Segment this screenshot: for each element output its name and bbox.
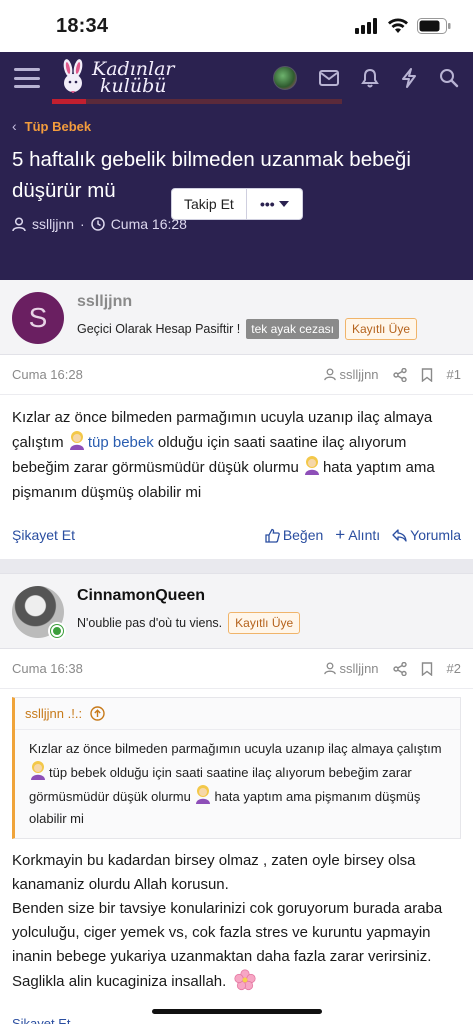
post-1-meta-user[interactable]: sslljjnn — [340, 367, 379, 382]
battery-icon — [417, 18, 451, 34]
account-avatar[interactable] — [273, 66, 297, 90]
post-1-user: S sslljjnn Geçici Olarak Hesap Pasiftir … — [0, 280, 473, 355]
post-2-meta-user[interactable]: sslljjnn — [340, 661, 379, 676]
quote-button[interactable]: + Alıntı — [335, 525, 380, 545]
thread-actions: Takip Et ••• — [171, 188, 303, 220]
wifi-icon — [388, 18, 408, 33]
report-button[interactable]: Şikayet Et — [12, 1016, 71, 1024]
clock-icon — [90, 217, 105, 231]
like-label: Beğen — [282, 527, 324, 543]
post-1-number[interactable]: #1 — [447, 367, 461, 382]
post-2-user-title: N'oublie pas d'où tu viens. — [77, 616, 223, 630]
share-icon[interactable] — [392, 661, 407, 676]
header-actions — [273, 66, 459, 90]
post-2-user: CinnamonQueen N'oublie pas d'où tu viens… — [0, 573, 473, 649]
quote-text-a: Kızlar az önce bilmeden parmağımın ucuyl… — [29, 741, 442, 756]
search-icon[interactable] — [439, 68, 459, 88]
post-2-paragraph-2: Benden size bir tavsiye konularinizi cok… — [12, 900, 443, 965]
home-indicator — [152, 1009, 322, 1014]
post-2-body: Korkmayin bu kadardan birsey olmaz , zat… — [0, 839, 473, 1004]
share-icon[interactable] — [392, 367, 407, 382]
penalty-badge: tek ayak cezası — [246, 319, 339, 339]
post-1-username[interactable]: sslljjnn — [77, 293, 417, 311]
site-header: Kadınlar kulübü — [0, 52, 473, 104]
post-2-number[interactable]: #2 — [447, 661, 461, 676]
plus-icon: + — [335, 525, 346, 544]
like-button[interactable]: Beğen — [265, 527, 323, 543]
tup-bebek-link[interactable]: tüp bebek — [88, 434, 154, 451]
post-1-actions: Şikayet Et Beğen + Alıntı Yorumla — [0, 511, 473, 559]
quote-header[interactable]: sslljjnn .!.: — [15, 698, 460, 730]
status-time: 18:34 — [56, 14, 109, 37]
post-2-time[interactable]: Cuma 16:38 — [12, 661, 83, 676]
bell-icon[interactable] — [361, 68, 379, 88]
user-icon — [323, 662, 336, 675]
post-2-paragraph-3: Saglikla alin kucaginiza insallah. — [12, 969, 461, 994]
user-icon — [323, 368, 336, 381]
cherry-blossom-emoji-icon — [234, 969, 257, 991]
post-1-meta: Cuma 16:28 sslljjnn #1 — [0, 355, 473, 395]
avatar[interactable]: S — [12, 292, 64, 344]
report-button[interactable]: Şikayet Et — [12, 527, 75, 543]
role-badge: Kayıtlı Üye — [344, 318, 417, 340]
bolt-icon[interactable] — [401, 68, 417, 88]
quote-body: Kızlar az önce bilmeden parmağımın ucuyl… — [15, 730, 460, 838]
caret-down-icon — [278, 201, 289, 207]
reply-label: Yorumla — [410, 527, 461, 543]
bunny-logo-icon — [63, 59, 83, 93]
online-indicator — [48, 622, 66, 640]
breadcrumb-label[interactable]: Tüp Bebek — [25, 119, 91, 134]
post-1-time[interactable]: Cuma 16:28 — [12, 367, 83, 382]
arrow-up-circle-icon[interactable] — [90, 706, 105, 721]
chevron-left-icon: ‹ — [12, 118, 17, 134]
woman-emoji-icon — [196, 785, 211, 804]
quote-author[interactable]: sslljjnn .!.: — [25, 706, 82, 721]
post-divider — [0, 559, 473, 573]
bookmark-icon[interactable] — [421, 367, 433, 382]
reply-icon — [392, 528, 407, 542]
breadcrumb[interactable]: ‹ Tüp Bebek — [12, 118, 461, 134]
user-icon — [12, 216, 26, 231]
post-2-meta: Cuma 16:38 sslljjnn #2 — [0, 649, 473, 689]
quote-block: sslljjnn .!.: Kızlar az önce bilmeden pa… — [12, 697, 461, 839]
logo-line-2: kulübü — [100, 75, 167, 97]
site-logo[interactable]: Kadınlar kulübü — [58, 59, 175, 97]
meta-separator: · — [80, 216, 85, 232]
thumbs-up-icon — [265, 528, 280, 543]
more-dots: ••• — [259, 196, 275, 212]
post-2-username[interactable]: CinnamonQueen — [77, 587, 300, 605]
status-icons — [355, 18, 451, 34]
thread-author[interactable]: ssllјjnn — [32, 216, 74, 232]
bookmark-icon[interactable] — [421, 661, 433, 676]
post-1-user-title: Geçici Olarak Hesap Pasiftir ! — [77, 322, 241, 336]
woman-emoji-icon — [69, 431, 84, 450]
signal-icon — [355, 18, 377, 34]
follow-button[interactable]: Takip Et — [171, 188, 247, 220]
role-badge: Kayıtlı Üye — [228, 612, 301, 634]
avatar[interactable] — [12, 586, 66, 640]
woman-emoji-icon — [31, 761, 45, 780]
quote-label: Alıntı — [348, 527, 381, 543]
reply-button[interactable]: Yorumla — [392, 527, 461, 543]
post-2-closing: Saglikla alin kucaginiza insallah. — [12, 973, 227, 990]
more-actions-button[interactable]: ••• — [246, 188, 303, 220]
inbox-icon[interactable] — [319, 70, 339, 86]
post-2-actions-cut: Şikayet Et — [12, 1016, 462, 1024]
post-1-body: Kızlar az önce bilmeden parmağımın ucuyl… — [0, 395, 473, 511]
post-2-paragraph-1: Korkmayin bu kadardan birsey olmaz , zat… — [12, 852, 416, 893]
menu-icon[interactable] — [14, 68, 40, 88]
status-bar: 18:34 — [0, 0, 473, 52]
woman-emoji-icon — [304, 456, 319, 475]
